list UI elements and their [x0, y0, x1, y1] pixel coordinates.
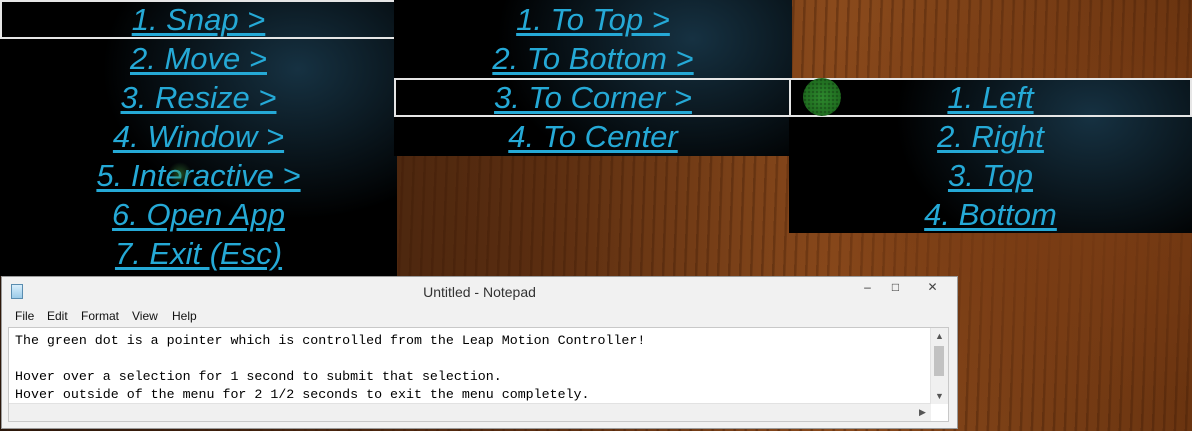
menu-view[interactable]: View: [132, 309, 158, 323]
minimize-button[interactable]: ‒: [854, 277, 881, 297]
menu-item-window[interactable]: 4. Window >: [0, 117, 397, 156]
text-line: Hover over a selection for 1 second to s…: [15, 369, 502, 384]
scroll-thumb[interactable]: [934, 346, 944, 376]
snap-submenu: 1. To Top > 2. To Bottom > 3. To Corner …: [394, 0, 792, 156]
menu-item-snap[interactable]: 1. Snap >: [0, 0, 397, 39]
menu-item-resize[interactable]: 3. Resize >: [0, 78, 397, 117]
menu-item-interactive[interactable]: 5. Interactive >: [0, 156, 397, 195]
menu-item-label: 1. To Top >: [516, 1, 670, 37]
maximize-button[interactable]: □: [882, 277, 909, 297]
text-line: The green dot is a pointer which is cont…: [15, 333, 646, 348]
menu-help[interactable]: Help: [172, 309, 197, 323]
menu-item-label: 4. To Center: [508, 118, 678, 154]
menu-item-label: 7. Exit (Esc): [114, 235, 283, 271]
menu-item-label: 4. Window >: [112, 118, 285, 154]
menu-item-label: 3. Resize >: [120, 79, 277, 115]
menu-item-left[interactable]: 1. Left: [789, 78, 1192, 117]
menu-item-label: 6. Open App: [112, 196, 285, 232]
text-line: [15, 350, 925, 368]
menu-item-to-bottom[interactable]: 2. To Bottom >: [394, 39, 792, 78]
menu-file[interactable]: File: [15, 309, 34, 323]
menu-item-exit[interactable]: 7. Exit (Esc): [0, 234, 397, 273]
menu-item-right[interactable]: 2. Right: [789, 117, 1192, 156]
vertical-scrollbar[interactable]: ▲ ▼: [930, 328, 948, 404]
notepad-menubar: File Edit Format View Help: [2, 307, 957, 327]
menu-item-label: 2. Move >: [130, 40, 267, 76]
menu-item-to-center[interactable]: 4. To Center: [394, 117, 792, 156]
menu-edit[interactable]: Edit: [47, 309, 68, 323]
menu-item-open-app[interactable]: 6. Open App: [0, 195, 397, 234]
notepad-titlebar[interactable]: Untitled - Notepad ‒ □ ✕: [2, 277, 957, 305]
menu-item-top[interactable]: 3. Top: [789, 156, 1192, 195]
main-menu: 1. Snap > 2. Move > 3. Resize > 4. Windo…: [0, 0, 397, 276]
corner-submenu: 1. Left 2. Right 3. Top 4. Bottom: [789, 78, 1192, 233]
menu-item-label: 2. Right: [937, 118, 1044, 154]
window-title: Untitled - Notepad: [423, 284, 536, 300]
menu-item-label: 3. To Corner >: [494, 79, 692, 115]
text-line: Hover outside of the menu for 2 1/2 seco…: [15, 387, 590, 402]
menu-item-label: 1. Left: [947, 79, 1034, 115]
menu-item-to-top[interactable]: 1. To Top >: [394, 0, 792, 39]
scroll-down-icon[interactable]: ▼: [931, 388, 948, 404]
close-button[interactable]: ✕: [910, 277, 955, 297]
green-dot-pointer-icon: [803, 78, 841, 116]
horizontal-scrollbar[interactable]: ▶: [9, 403, 931, 421]
notepad-text-area[interactable]: The green dot is a pointer which is cont…: [8, 327, 949, 422]
scroll-right-icon[interactable]: ▶: [914, 404, 931, 421]
menu-item-label: 5. Interactive >: [96, 157, 301, 193]
pointer-trail-icon: [168, 162, 192, 186]
notepad-window: Untitled - Notepad ‒ □ ✕ File Edit Forma…: [1, 276, 958, 429]
menu-item-to-corner[interactable]: 3. To Corner >: [394, 78, 792, 117]
menu-item-label: 3. Top: [947, 157, 1034, 193]
menu-item-bottom[interactable]: 4. Bottom: [789, 195, 1192, 234]
menu-item-move[interactable]: 2. Move >: [0, 39, 397, 78]
menu-item-label: 2. To Bottom >: [492, 40, 694, 76]
menu-item-label: 1. Snap >: [131, 1, 266, 37]
menu-item-label: 4. Bottom: [924, 196, 1057, 232]
menu-format[interactable]: Format: [81, 309, 119, 323]
text-content: The green dot is a pointer which is cont…: [15, 332, 925, 404]
scroll-up-icon[interactable]: ▲: [931, 328, 948, 344]
